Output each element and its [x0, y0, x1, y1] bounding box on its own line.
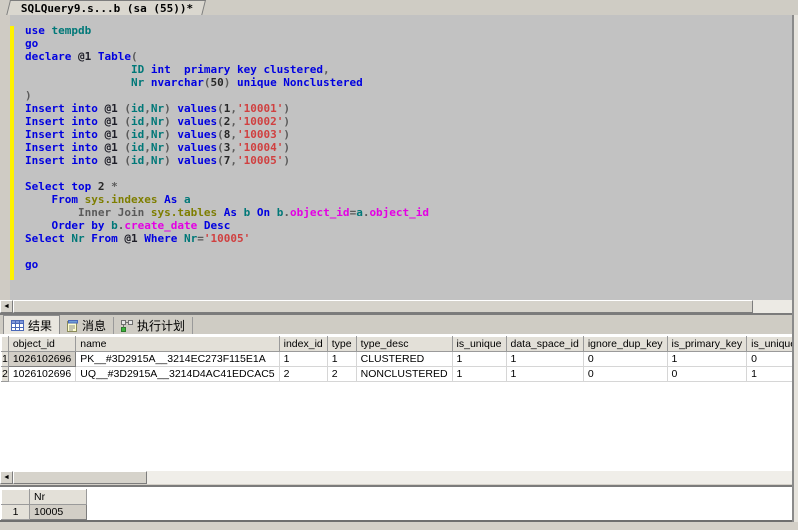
- column-header[interactable]: index_id: [279, 337, 327, 352]
- grid-cell[interactable]: 1: [747, 367, 798, 382]
- grid-cell[interactable]: 1: [279, 352, 327, 367]
- results-grid-area: object_idnameindex_idtypetype_descis_uni…: [0, 334, 792, 471]
- column-header[interactable]: data_space_id: [506, 337, 583, 352]
- column-header[interactable]: object_id: [8, 337, 75, 352]
- code-line: [25, 167, 429, 180]
- code-line: go: [25, 37, 429, 50]
- code-line: Inner Join sys.tables As b On b.object_i…: [25, 206, 429, 219]
- code-line: Select top 2 *: [25, 180, 429, 193]
- document-tab-label: SQLQuery9.s...b (sa (55))*: [21, 1, 193, 16]
- code-line: Insert into @1 (id,Nr) values(1,'10001'): [25, 102, 429, 115]
- tab-execution-plan-label: 执行计划: [137, 317, 185, 334]
- grid-cell[interactable]: 1: [506, 352, 583, 367]
- grid-cell[interactable]: CLUSTERED: [356, 352, 452, 367]
- tab-messages[interactable]: 消息: [60, 317, 114, 334]
- document-tab-bar: SQLQuery9.s...b (sa (55))*: [0, 0, 798, 16]
- grid-horizontal-scrollbar[interactable]: ◄: [0, 471, 792, 484]
- column-header[interactable]: name: [76, 337, 279, 352]
- ssms-query-window: SQLQuery9.s...b (sa (55))* use tempdbgod…: [0, 0, 798, 530]
- code-line: go: [25, 258, 429, 271]
- grid-cell[interactable]: UQ__#3D2915A__3214D4AC41EDCAC5: [76, 367, 279, 382]
- code-line: [25, 245, 429, 258]
- code-line: Select Nr From @1 Where Nr='10005': [25, 232, 429, 245]
- grid-cell[interactable]: 1: [327, 352, 356, 367]
- grid-row: 21026102696UQ__#3D2915A__3214D4AC41EDCAC…: [2, 367, 798, 382]
- grid-cell[interactable]: 0: [747, 352, 798, 367]
- scroll-left-icon[interactable]: ◄: [0, 300, 13, 313]
- grid-cell[interactable]: 0: [667, 367, 747, 382]
- column-header[interactable]: Nr: [30, 490, 87, 505]
- grid-corner[interactable]: [2, 490, 30, 505]
- grid-corner[interactable]: [2, 337, 9, 352]
- code-line: Insert into @1 (id,Nr) values(8,'10003'): [25, 128, 429, 141]
- code-line: use tempdb: [25, 24, 429, 37]
- column-header[interactable]: ignore_dup_key: [583, 337, 667, 352]
- tab-results[interactable]: 结果: [3, 315, 60, 334]
- tab-results-label: 结果: [28, 317, 52, 334]
- row-header[interactable]: 1: [2, 352, 9, 367]
- code-line: declare @1 Table(: [25, 50, 429, 63]
- selection-margin: [0, 15, 10, 300]
- document-tab[interactable]: SQLQuery9.s...b (sa (55))*: [6, 0, 206, 16]
- code-line: From sys.indexes As a: [25, 193, 429, 206]
- code-line: Insert into @1 (id,Nr) values(3,'10004'): [25, 141, 429, 154]
- column-header[interactable]: is_unique: [452, 337, 506, 352]
- results-tab-bar: 结果 消息 执行计划: [0, 315, 792, 334]
- tab-execution-plan[interactable]: 执行计划: [114, 317, 193, 334]
- window-right-edge: [794, 15, 798, 522]
- grid-cell[interactable]: 1026102696: [8, 352, 75, 367]
- sql-editor[interactable]: use tempdbgodeclare @1 Table( ID int pri…: [0, 15, 792, 300]
- grid-cell[interactable]: 1: [667, 352, 747, 367]
- editor-scrollbar-thumb[interactable]: [13, 300, 753, 313]
- messages-icon: [67, 320, 78, 332]
- grid-cell[interactable]: 2: [327, 367, 356, 382]
- change-tracking-bar: [10, 26, 14, 280]
- column-header[interactable]: is_primary_key: [667, 337, 747, 352]
- grid-cell[interactable]: 10005: [30, 505, 87, 520]
- code-line: Order by b.create_date Desc: [25, 219, 429, 232]
- row-header[interactable]: 2: [2, 367, 9, 382]
- grid-cell[interactable]: 2: [279, 367, 327, 382]
- sql-code[interactable]: use tempdbgodeclare @1 Table( ID int pri…: [25, 24, 429, 271]
- grid-cell[interactable]: 0: [583, 367, 667, 382]
- code-line: Nr nvarchar(50) unique Nonclustered: [25, 76, 429, 89]
- grid-row: 11026102696PK__#3D2915A__3214EC273F115E1…: [2, 352, 798, 367]
- tab-messages-label: 消息: [82, 317, 106, 334]
- grid-cell[interactable]: NONCLUSTERED: [356, 367, 452, 382]
- column-header[interactable]: type: [327, 337, 356, 352]
- grid-cell[interactable]: PK__#3D2915A__3214EC273F115E1A: [76, 352, 279, 367]
- results-grid: object_idnameindex_idtypetype_descis_uni…: [1, 336, 798, 382]
- grid-row: 110005: [2, 505, 87, 520]
- row-header[interactable]: 1: [2, 505, 30, 520]
- execution-plan-icon: [121, 320, 133, 332]
- editor-horizontal-scrollbar[interactable]: ◄: [0, 300, 792, 313]
- second-resultset-area: Nr110005: [0, 487, 792, 520]
- bottom-strip: [0, 522, 798, 530]
- code-line: Insert into @1 (id,Nr) values(7,'10005'): [25, 154, 429, 167]
- code-line: ): [25, 89, 429, 102]
- column-header[interactable]: is_unique_constraint: [747, 337, 798, 352]
- grid-scrollbar-thumb[interactable]: [13, 471, 147, 484]
- grid-cell[interactable]: 1026102696: [8, 367, 75, 382]
- grid-cell[interactable]: 1: [452, 367, 506, 382]
- grid-cell[interactable]: 0: [583, 352, 667, 367]
- results-grid-icon: [11, 320, 24, 331]
- grid-cell[interactable]: 1: [452, 352, 506, 367]
- code-line: ID int primary key clustered,: [25, 63, 429, 76]
- scroll-left-icon[interactable]: ◄: [0, 471, 13, 484]
- second-results-grid: Nr110005: [1, 489, 87, 520]
- code-line: Insert into @1 (id,Nr) values(2,'10002'): [25, 115, 429, 128]
- grid-cell[interactable]: 1: [506, 367, 583, 382]
- column-header[interactable]: type_desc: [356, 337, 452, 352]
